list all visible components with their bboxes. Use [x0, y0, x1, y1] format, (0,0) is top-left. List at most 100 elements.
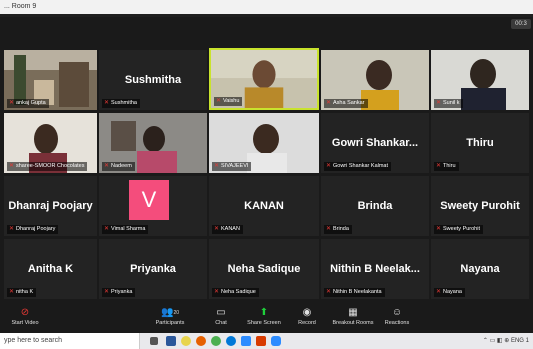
participant-tile[interactable]: ✕ sharee-SMOOR Chocolates	[4, 113, 97, 173]
muted-mic-icon: ✕	[214, 225, 220, 232]
participant-tile[interactable]: Neha Sadique ✕ Neha Sadique	[209, 239, 319, 299]
edge-icon[interactable]	[226, 336, 236, 346]
participant-name: Gowri Shankar...	[331, 137, 419, 149]
muted-mic-icon: ✕	[216, 97, 222, 104]
muted-mic-icon: ✕	[436, 288, 442, 295]
muted-mic-icon: ✕	[326, 162, 332, 169]
muted-mic-icon: ✕	[9, 288, 15, 295]
participant-label: ✕ Vimal Sharma	[102, 225, 149, 234]
participant-tile[interactable]: Dhanraj Poojary ✕ Dhanraj Poojary	[4, 176, 97, 236]
app-icon[interactable]	[256, 336, 266, 346]
muted-mic-icon: ✕	[436, 99, 442, 106]
breakout-rooms-icon: ▦	[348, 307, 358, 318]
participant-name: Sushmitha	[124, 74, 182, 86]
muted-mic-icon: ✕	[104, 225, 110, 232]
participant-tile[interactable]: ✕ Asha Sankar	[321, 50, 429, 110]
participant-name: Brinda	[357, 200, 393, 212]
participant-label: ✕ Asha Sankar	[324, 99, 368, 108]
participant-name: Thiru	[466, 137, 494, 149]
participant-label: ✕ Sushmitha	[102, 99, 140, 108]
muted-mic-icon: ✕	[436, 162, 442, 169]
system-tray: ⌃ ▭ ◧ ⊕ ENG 1	[483, 333, 529, 349]
muted-mic-icon: ✕	[104, 288, 110, 295]
participant-tile[interactable]: Brinda ✕ Brinda	[321, 176, 429, 236]
participant-label: ✕ Sunil k	[434, 99, 463, 108]
participant-label: ✕ Vaishu	[214, 97, 243, 106]
reactions-icon: ☺	[391, 307, 403, 318]
record-button[interactable]: ◉ Record	[282, 306, 332, 332]
muted-mic-icon: ✕	[214, 162, 220, 169]
windows-taskbar: ype here to search ⌃ ▭ ◧ ⊕ ENG 1	[0, 333, 533, 349]
participant-name: Nithin B Neelak...	[330, 263, 420, 275]
participant-tile-active-speaker[interactable]: ✕ Vaishu	[209, 48, 319, 110]
participant-label: ✕ Gowri Shankar Kalmat	[324, 162, 392, 171]
zoom-icon[interactable]	[271, 336, 281, 346]
word-icon[interactable]	[166, 336, 176, 346]
clock[interactable]: 1	[526, 338, 529, 344]
participant-tile[interactable]: Nayana ✕ Nayana	[431, 239, 529, 299]
zoom-window: ... Room 9 ✕ ankaj Gupta Sushmitha ✕ Sushm…	[0, 0, 533, 333]
participant-tile[interactable]: Sweety Purohit ✕ Sweety Purohit	[431, 176, 529, 236]
participant-name: Anitha K	[27, 263, 74, 275]
muted-mic-icon: ✕	[104, 99, 110, 106]
record-icon: ◉	[302, 307, 312, 318]
participant-name: Nayana	[460, 263, 500, 275]
meeting-controls: ⊘ Start Video 👥20 Participants ▭ Chat ⬆ …	[0, 303, 533, 333]
muted-mic-icon: ✕	[9, 162, 15, 169]
participant-tile[interactable]: Gowri Shankar... ✕ Gowri Shankar Kalmat	[321, 113, 429, 173]
participant-label: ✕ sharee-SMOOR Chocolates	[7, 162, 88, 171]
app-icon[interactable]	[241, 336, 251, 346]
participant-name: Dhanraj Poojary	[8, 200, 93, 212]
task-view-icon[interactable]	[150, 337, 158, 345]
participant-label: ✕ SIVAJEEVI	[212, 162, 252, 171]
participant-label: ✕ KANAN	[212, 225, 243, 234]
participants-icon: 👥20	[160, 307, 179, 318]
video-off-icon: ⊘	[20, 307, 30, 318]
firefox-icon[interactable]	[196, 336, 206, 346]
participants-button[interactable]: 👥20 Participants	[145, 306, 195, 332]
participant-tile[interactable]: ✕ Sunil k	[431, 50, 529, 110]
participant-name: Sweety Purohit	[440, 200, 520, 212]
participant-tile[interactable]: Thiru ✕ Thiru	[431, 113, 529, 173]
participant-tile[interactable]: Anitha K ✕ nitha K	[4, 239, 97, 299]
tray-icons: ⌃ ▭ ◧ ⊕	[482, 338, 511, 344]
participant-name: Priyanka	[130, 263, 176, 275]
participant-tile[interactable]: Nithin B Neelak... ✕ Nithin B Neelakanta	[321, 239, 429, 299]
breakout-rooms-button[interactable]: ▦ Breakout Rooms	[328, 306, 378, 332]
participant-label: ✕ ankaj Gupta	[7, 99, 49, 108]
participant-tile[interactable]: V ✕ Vimal Sharma	[99, 176, 207, 236]
participant-label: ✕ nitha K	[7, 288, 37, 297]
participant-label: ✕ Neha Sadique	[212, 288, 259, 297]
chrome-icon[interactable]	[211, 336, 221, 346]
participant-label: ✕ Sweety Purohit	[434, 225, 483, 234]
taskbar-search[interactable]: ype here to search	[0, 333, 140, 349]
participant-label: ✕ Dhanraj Poojary	[7, 225, 59, 234]
language-indicator[interactable]: ENG	[511, 338, 524, 344]
chrome-icon[interactable]	[181, 336, 191, 346]
participant-tile[interactable]: ✕ ankaj Gupta	[4, 50, 97, 110]
participant-name: Neha Sadique	[227, 263, 301, 275]
avatar: V	[129, 180, 169, 220]
meeting-timer: 00:3	[511, 19, 531, 29]
participant-tile[interactable]: Sushmitha ✕ Sushmitha	[99, 50, 207, 110]
participant-tile[interactable]: ✕ Nadeem	[99, 113, 207, 173]
participant-tile[interactable]: KANAN ✕ KANAN	[209, 176, 319, 236]
participant-label: ✕ Nayana	[434, 288, 465, 297]
participant-label: ✕ Nithin B Neelakanta	[324, 288, 385, 297]
participant-name: KANAN	[244, 200, 284, 212]
muted-mic-icon: ✕	[9, 225, 15, 232]
start-video-button[interactable]: ⊘ Start Video	[0, 306, 50, 332]
participant-label: ✕ Thiru	[434, 162, 459, 171]
gallery-view: ✕ ankaj Gupta Sushmitha ✕ Sushmitha ✕ Vaish…	[0, 17, 533, 303]
window-title: ... Room 9	[4, 3, 37, 10]
muted-mic-icon: ✕	[104, 162, 110, 169]
participant-label: ✕ Priyanka	[102, 288, 136, 297]
muted-mic-icon: ✕	[214, 288, 220, 295]
reactions-button[interactable]: ☺ Reactions	[372, 306, 422, 332]
participant-tile[interactable]: Priyanka ✕ Priyanka	[99, 239, 207, 299]
muted-mic-icon: ✕	[436, 225, 442, 232]
muted-mic-icon: ✕	[326, 99, 332, 106]
participant-tile[interactable]: ✕ SIVAJEEVI	[209, 113, 319, 173]
muted-mic-icon: ✕	[9, 99, 15, 106]
participants-count: 20	[173, 310, 179, 316]
